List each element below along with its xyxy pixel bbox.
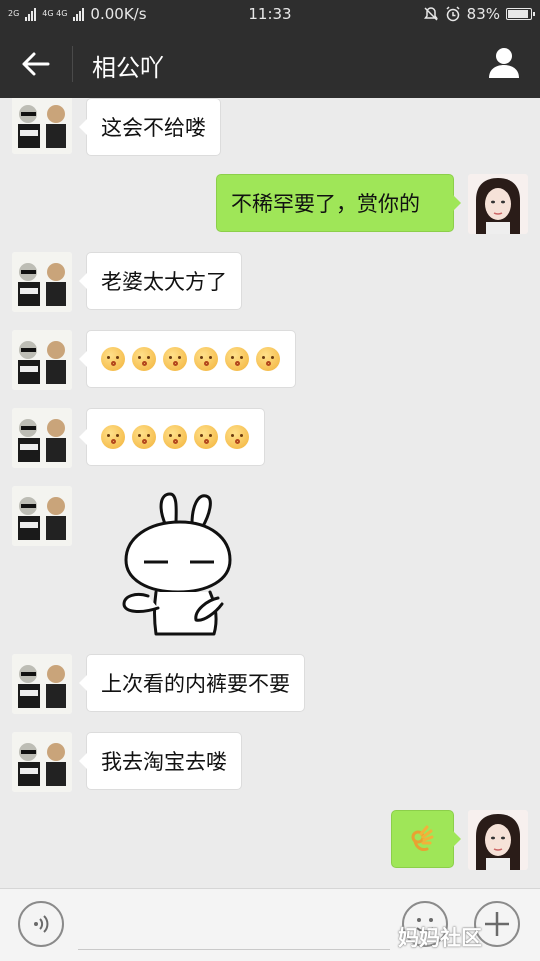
- battery-percent: 83%: [466, 5, 500, 23]
- message-bubble-received[interactable]: 我去淘宝去喽: [79, 732, 242, 790]
- battery-icon: [506, 8, 535, 20]
- contact-avatar[interactable]: [12, 654, 72, 714]
- kissing-face-icon: [225, 347, 249, 371]
- kissing-face-icon: [132, 347, 156, 371]
- kissing-face-icon: [132, 425, 156, 449]
- message-bubble-sent[interactable]: 不稀罕要了，赏你的: [216, 174, 461, 232]
- emoji-message-sent[interactable]: [391, 810, 461, 868]
- kissing-face-icon: [163, 425, 187, 449]
- watermark: 妈妈社区: [398, 926, 482, 950]
- kissing-face-icon: [163, 347, 187, 371]
- kissing-face-icon: [194, 347, 218, 371]
- kissing-face-icon: [101, 425, 125, 449]
- kissing-face-icon: [101, 347, 125, 371]
- contact-avatar[interactable]: [12, 252, 72, 312]
- message-bubble-received[interactable]: 这会不给喽: [79, 98, 221, 156]
- chat-title: 相公吖: [92, 54, 164, 82]
- my-avatar[interactable]: [468, 810, 528, 870]
- kissing-face-icon: [194, 425, 218, 449]
- voice-button[interactable]: [18, 901, 64, 947]
- my-avatar[interactable]: [468, 174, 528, 234]
- plus-icon: [485, 912, 509, 936]
- emoji-message[interactable]: [79, 408, 265, 466]
- arrow-left-icon[interactable]: [18, 47, 52, 81]
- chat-header: 相公吖: [0, 28, 540, 98]
- contact-avatar[interactable]: [12, 732, 72, 792]
- contact-avatar[interactable]: [12, 486, 72, 546]
- message-input[interactable]: [78, 903, 390, 950]
- user-icon[interactable]: [486, 44, 522, 80]
- rabbit-sticker[interactable]: [118, 488, 238, 638]
- alarm-clock-icon: [446, 6, 460, 22]
- header-divider: [72, 46, 73, 82]
- status-bar: 2G 4G 4G 0.00K/s 11:33 83%: [0, 0, 540, 28]
- kissing-face-icon: [225, 425, 249, 449]
- emoji-message[interactable]: [79, 330, 296, 388]
- voice-icon: [34, 915, 49, 933]
- contact-avatar[interactable]: [12, 330, 72, 390]
- battery-fill: [508, 10, 528, 18]
- alarm-off-icon: [423, 7, 438, 21]
- message-list: 这会不给喽 不稀罕要了，赏你的 老婆太大方了 上次看的内裤要不要 我去淘宝去喽: [0, 98, 540, 888]
- contact-avatar[interactable]: [12, 408, 72, 468]
- ok-hand-icon: [411, 825, 433, 851]
- kissing-face-icon: [256, 347, 280, 371]
- message-bubble-received[interactable]: 上次看的内裤要不要: [79, 654, 305, 712]
- message-bubble-received[interactable]: 老婆太大方了: [79, 252, 242, 310]
- contact-avatar[interactable]: [12, 98, 72, 154]
